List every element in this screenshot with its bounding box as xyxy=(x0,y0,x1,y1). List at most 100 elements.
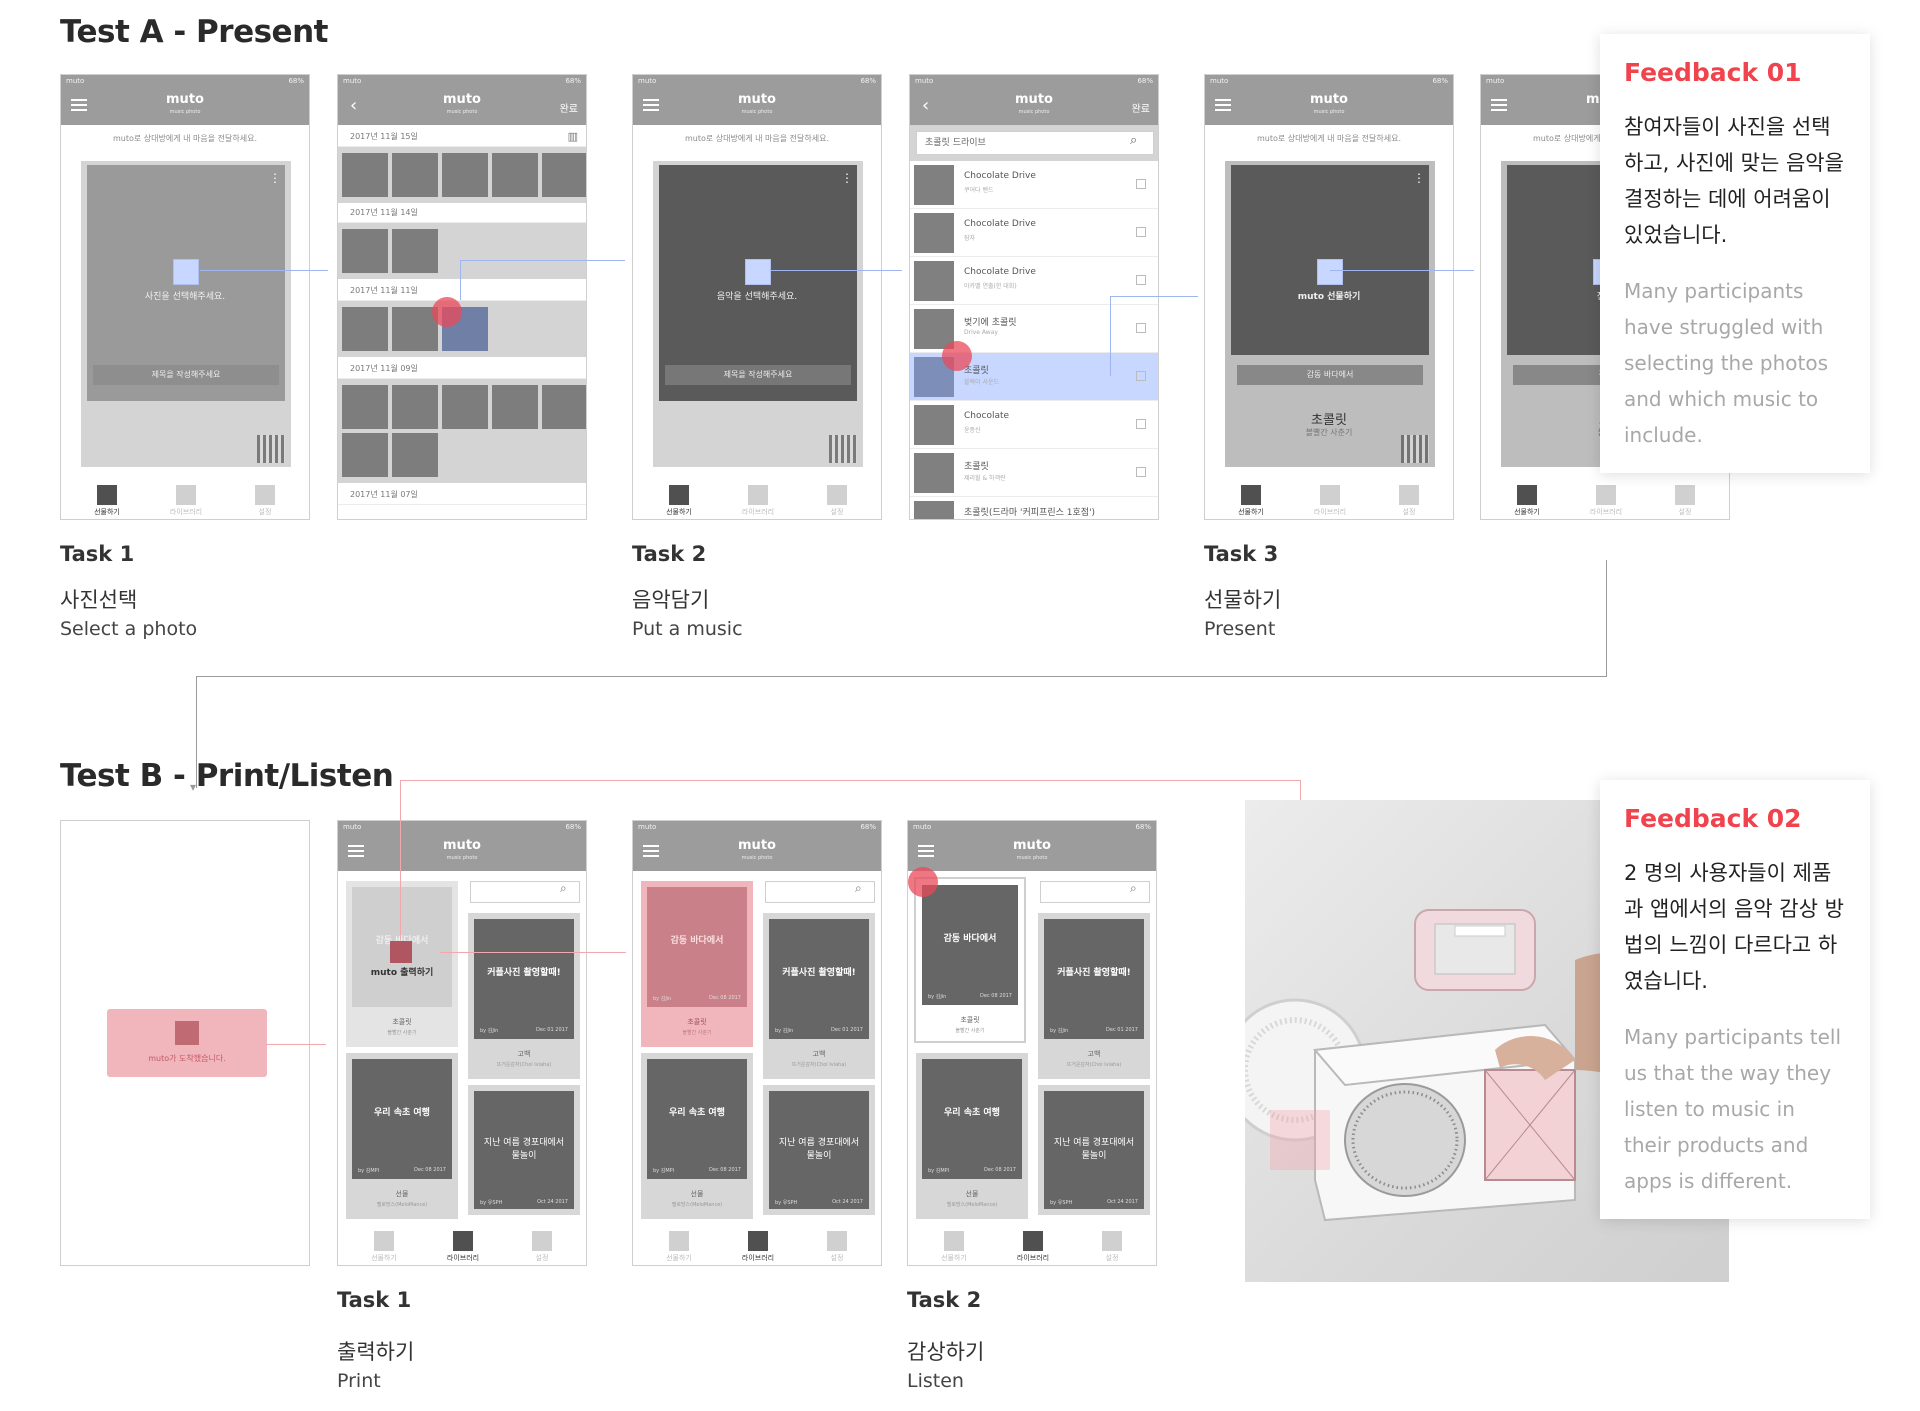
search-icon[interactable]: ⌕ xyxy=(1130,881,1137,896)
bottom-nav: 선물하기 라이브러리 설정 xyxy=(908,1225,1156,1265)
list-item[interactable]: Chocolate Drive 쿠어다 밴드 xyxy=(910,161,1158,209)
search-input[interactable]: 초콜릿 드라이브 xyxy=(916,131,1154,155)
title-input[interactable]: 제목을 작성해주세요 xyxy=(93,365,279,385)
library-card[interactable]: 우리 속초 여행 by 김MPI Dec 08 2017 선물 멜로망스(MeloM… xyxy=(916,1053,1028,1219)
photo-thumb[interactable] xyxy=(342,385,388,429)
nav-label: 선물하기 xyxy=(1514,508,1540,516)
print-icon[interactable] xyxy=(390,941,412,963)
nav-gift[interactable]: 선물하기 xyxy=(649,1231,709,1263)
map-icon[interactable]: ▥ xyxy=(568,130,578,143)
checkbox[interactable] xyxy=(1136,323,1146,333)
library-card[interactable]: 우리 속초 여행 by 김MPI Dec 08 2017 선물 멜로망스(MeloM… xyxy=(346,1053,458,1219)
list-item[interactable]: Chocolate Drive 잠자 xyxy=(910,209,1158,257)
nav-gift[interactable]: 선물하기 xyxy=(77,485,137,517)
present-button-text[interactable]: muto 선물하기 xyxy=(1205,289,1453,302)
more-icon[interactable]: ⋮ xyxy=(841,171,853,185)
title-field[interactable]: 감동 바다에서 xyxy=(1237,365,1423,385)
checkbox[interactable] xyxy=(1136,419,1146,429)
checkbox[interactable] xyxy=(1136,179,1146,189)
song-artist: 제리힐 & 하객란 xyxy=(964,475,1006,482)
list-item[interactable]: 초콜릿 제리힐 & 하객란 xyxy=(910,449,1158,497)
library-card[interactable]: 커플사진 촬영할때! by 김Jin Dec 01 2017 고백 뜨거운감자(Ch… xyxy=(1038,913,1150,1079)
nav-library[interactable]: 라이브러리 xyxy=(1300,485,1360,517)
nav-library[interactable]: 라이브러리 xyxy=(156,485,216,517)
nav-settings[interactable]: 설정 xyxy=(1082,1231,1142,1263)
photo-thumb[interactable] xyxy=(542,153,586,197)
library-card-printing[interactable]: 감동 바다에서 muto 출력하기 초콜릿 볼빨간 사춘기 xyxy=(346,881,458,1047)
done-button[interactable]: 완료 xyxy=(560,100,578,115)
nav-library[interactable]: 라이브러리 xyxy=(1003,1231,1063,1263)
gift-select-icon[interactable] xyxy=(1317,259,1343,285)
library-card[interactable]: 지난 여름 경포대에서 물놀이 by 유SPH Oct 24 2017 xyxy=(1038,1085,1150,1215)
checkbox[interactable] xyxy=(1136,227,1146,237)
library-card[interactable]: 커플사진 촬영할때! by 김Jin Dec 01 2017 고백 뜨거운감자(Ch… xyxy=(763,913,875,1079)
done-button[interactable]: 완료 xyxy=(1132,100,1150,115)
checkbox[interactable] xyxy=(1136,467,1146,477)
search-icon[interactable]: ⌕ xyxy=(855,881,862,896)
nav-gift[interactable]: 선물하기 xyxy=(1497,485,1557,517)
search-icon[interactable]: ⌕ xyxy=(1130,133,1137,148)
library-card-selected[interactable]: 감동 바다에서 by 김Jin Dec 08 2017 초콜릿 볼빨간 사춘기 xyxy=(641,881,753,1047)
nav-gift[interactable]: 선물하기 xyxy=(1221,485,1281,517)
title-input[interactable]: 제목을 작성해주세요 xyxy=(665,365,851,385)
photo-thumb[interactable] xyxy=(392,229,438,273)
photo-thumb[interactable] xyxy=(342,307,388,351)
nav-settings[interactable]: 설정 xyxy=(512,1231,572,1263)
song-artist: 아카벨 연출(한 대회) xyxy=(964,283,1017,290)
list-item[interactable]: Chocolate 윤종신 xyxy=(910,401,1158,449)
library-card[interactable]: 커플사진 촬영할때! by 김Jin Dec 01 2017 고백 뜨거운감자(Ch… xyxy=(468,913,580,1079)
status-bar: muto 68% xyxy=(338,75,586,87)
phone-b4-library-listen: muto 68% muto music photo ⌕ 감동 바다에서 by 김Ji… xyxy=(907,820,1157,1266)
photo-thumb[interactable] xyxy=(542,385,586,429)
printed-toast[interactable]: muto가 도착했습니다. xyxy=(107,1009,267,1077)
photo-thumb[interactable] xyxy=(392,433,438,477)
photo-thumb[interactable] xyxy=(442,153,488,197)
app-logo: muto xyxy=(166,92,204,107)
status-app: muto xyxy=(66,77,85,85)
more-icon[interactable]: ⋮ xyxy=(1413,171,1425,185)
print-action[interactable]: muto 출력하기 xyxy=(346,965,458,978)
photo-thumb[interactable] xyxy=(392,153,438,197)
song-artist: 블랙이 사운드 xyxy=(964,379,1000,386)
music-select-icon[interactable] xyxy=(745,259,771,285)
card-song: 고백 xyxy=(517,1050,531,1058)
app-logo-sub: music photo xyxy=(1313,109,1345,115)
nav-settings[interactable]: 설정 xyxy=(1379,485,1439,517)
library-card[interactable]: 지난 여름 경포대에서 물놀이 by 유SPH Oct 24 2017 xyxy=(763,1085,875,1215)
checkbox[interactable] xyxy=(1136,371,1146,381)
nav-settings[interactable]: 설정 xyxy=(807,1231,867,1263)
photo-thumb[interactable] xyxy=(342,433,388,477)
nav-label: 선물하기 xyxy=(94,508,120,516)
photo-thumb[interactable] xyxy=(492,385,538,429)
card-song: 초콜릿 xyxy=(687,1018,707,1026)
nav-gift[interactable]: 선물하기 xyxy=(354,1231,414,1263)
nav-gift[interactable]: 선물하기 xyxy=(649,485,709,517)
settings-icon xyxy=(827,1231,847,1251)
photo-thumb[interactable] xyxy=(342,229,388,273)
library-card[interactable]: 우리 속초 여행 by 김MPI Dec 08 2017 선물 멜로망스(MeloM… xyxy=(641,1053,753,1219)
list-item[interactable]: Chocolate Drive 아카벨 연출(한 대회) xyxy=(910,257,1158,305)
library-card-playing[interactable]: 감동 바다에서 by 김Jin Dec 08 2017 초콜릿 볼빨간 사춘기 xyxy=(914,877,1026,1043)
photo-thumb[interactable] xyxy=(392,385,438,429)
photo-select-icon[interactable] xyxy=(173,259,199,285)
nav-settings[interactable]: 설정 xyxy=(1655,485,1715,517)
nav-library[interactable]: 라이브러리 xyxy=(728,485,788,517)
nav-library[interactable]: 라이브러리 xyxy=(1576,485,1636,517)
nav-gift[interactable]: 선물하기 xyxy=(924,1231,984,1263)
photo-thumb[interactable] xyxy=(492,153,538,197)
photo-thumb[interactable] xyxy=(342,153,388,197)
album-thumb xyxy=(914,501,954,519)
library-card[interactable]: 지난 여름 경포대에서 물놀이 by 유SPH Oct 24 2017 xyxy=(468,1085,580,1215)
battery-level: 68% xyxy=(860,77,876,85)
nav-label: 설정 xyxy=(258,508,272,516)
photo-thumb[interactable] xyxy=(442,385,488,429)
search-icon[interactable]: ⌕ xyxy=(560,881,567,896)
nav-library[interactable]: 라이브러리 xyxy=(433,1231,493,1263)
nav-settings[interactable]: 설정 xyxy=(235,485,295,517)
list-item[interactable]: 초콜릿(드라마 '커피프린스 1호점') xyxy=(910,497,1158,519)
nav-settings[interactable]: 설정 xyxy=(807,485,867,517)
more-icon[interactable]: ⋮ xyxy=(269,171,281,185)
status-bar: muto 68% xyxy=(908,821,1156,833)
nav-library[interactable]: 라이브러리 xyxy=(728,1231,788,1263)
checkbox[interactable] xyxy=(1136,275,1146,285)
